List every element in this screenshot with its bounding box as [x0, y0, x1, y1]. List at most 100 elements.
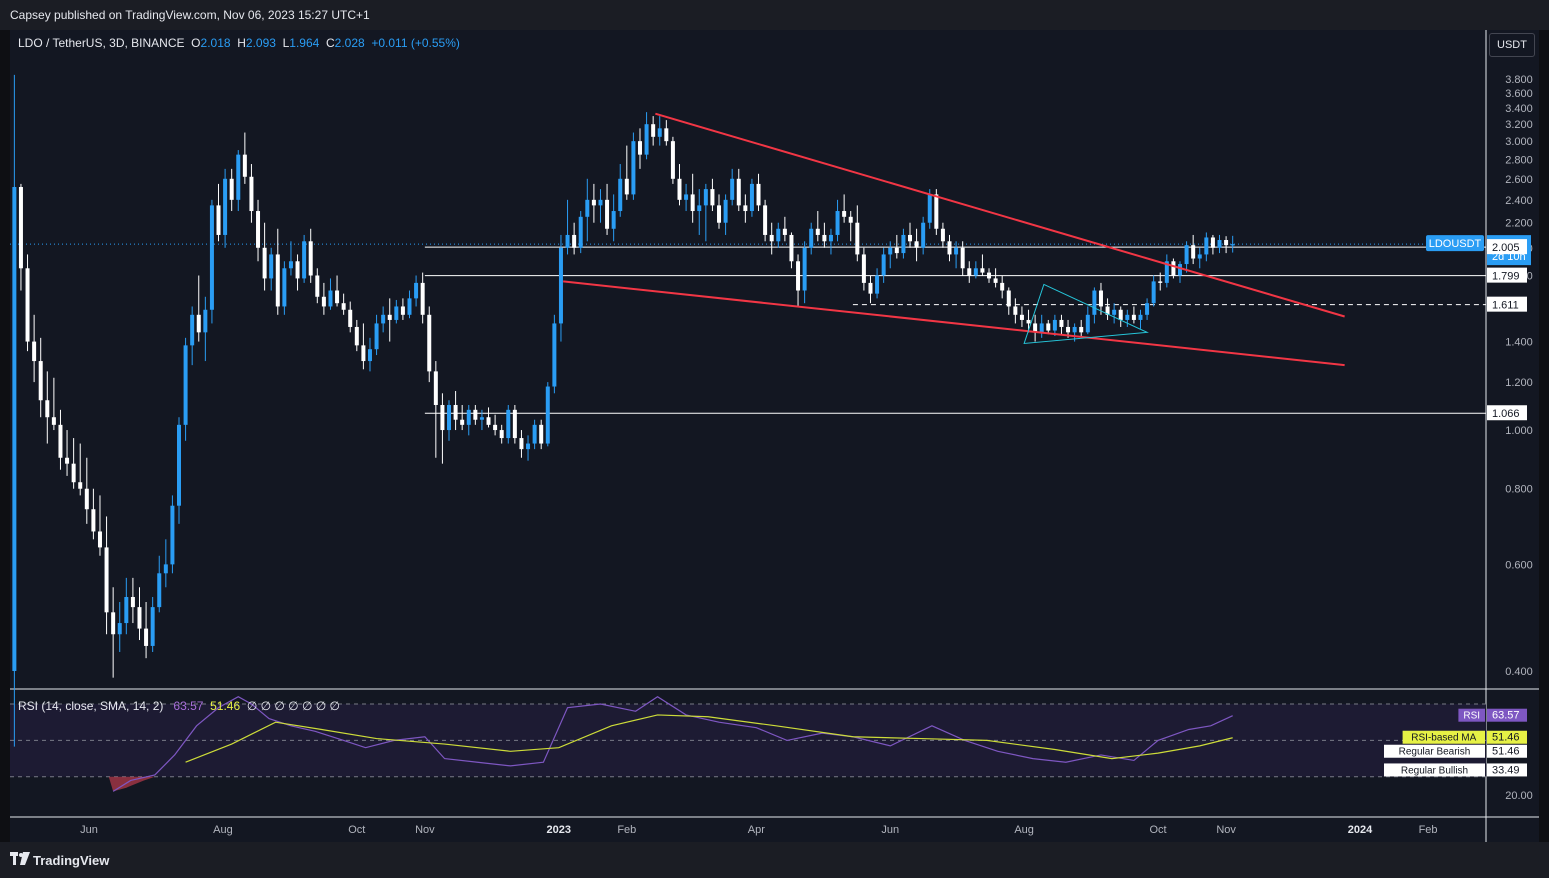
candle-body [1000, 282, 1005, 291]
price-tick-label: 3.200 [1505, 119, 1533, 131]
candle-body [486, 417, 491, 425]
candle-body [1046, 323, 1051, 331]
rsi-title[interactable]: RSI (14, close, SMA, 14, 2) [18, 699, 163, 713]
rsi-value-label: 33.49 [1492, 764, 1520, 776]
published-header: Capsey published on TradingView.com, Nov… [0, 0, 1549, 30]
candle-body [802, 247, 807, 291]
rsi-tag-label: RSI-based MA [1411, 733, 1476, 744]
candle-body [954, 247, 959, 255]
level-price-label: 1.066 [1492, 408, 1520, 420]
price-tick-label: 2.800 [1505, 154, 1533, 166]
candle-body [1151, 281, 1156, 304]
change-value: +0.011 (+0.55%) [371, 36, 460, 50]
candle-body [1019, 314, 1024, 320]
candle-body [460, 419, 465, 425]
candle-body [875, 275, 880, 294]
rsi-ma-value: 51.46 [210, 699, 241, 713]
candle-body [203, 309, 208, 333]
price-tick-label: 3.000 [1505, 136, 1533, 148]
candle-body [578, 216, 583, 248]
candle-body [1138, 314, 1143, 320]
candle-body [598, 199, 603, 206]
candle-body [1006, 290, 1011, 307]
candle-body [256, 211, 261, 248]
candle-body [710, 189, 715, 206]
candle-body [420, 282, 425, 315]
candle-body [552, 323, 557, 387]
candle-body [341, 303, 346, 310]
open-label: O [191, 36, 201, 50]
candle-body [670, 141, 675, 179]
candle-body [124, 596, 129, 624]
candle-body [447, 404, 452, 431]
candle-body [776, 228, 781, 242]
symbol-legend: LDO / TetherUS, 3D, BINANCE O2.018 H2.09… [18, 36, 460, 50]
candle-body [539, 424, 544, 444]
candle-body [315, 275, 320, 297]
candle-body [591, 199, 596, 206]
candle-body [651, 124, 656, 137]
candle-body [894, 247, 899, 254]
rsi-tick-label: 20.00 [1505, 790, 1533, 802]
price-chart[interactable]: 3.800 3.600 3.400 3.200 3.000 2.800 2.600 2.400… [10, 30, 1539, 842]
candle-body [242, 154, 247, 177]
candle-body [585, 199, 590, 217]
candle-body [374, 323, 379, 350]
candle-body [223, 178, 228, 235]
candle-body [1210, 237, 1215, 248]
candle-body [605, 199, 610, 229]
time-tick-label: Jun [80, 824, 98, 836]
candle-body [815, 228, 820, 235]
rsi-value-label: 63.57 [1492, 710, 1520, 722]
candle-body [1204, 237, 1209, 255]
currency-button[interactable]: USDT [1489, 33, 1535, 57]
candle-body [1184, 245, 1189, 265]
rsi-legend: RSI (14, close, SMA, 14, 2) 63.57 51.46 … [18, 699, 340, 713]
time-tick-label: Nov [1216, 824, 1236, 836]
candle-body [499, 430, 504, 439]
time-tick-label: Feb [1419, 824, 1438, 836]
time-tick-label: Oct [1149, 824, 1166, 836]
price-tick-label: 3.400 [1505, 103, 1533, 115]
footer: TradingView [0, 842, 1549, 878]
candle-body [1131, 314, 1136, 320]
candle-body [433, 371, 438, 405]
rsi-tag-label: Regular Bearish [1399, 747, 1471, 758]
candle-body [295, 261, 300, 279]
candle-body [749, 183, 754, 212]
level-price-label: 2.005 [1492, 242, 1520, 254]
candle-body [348, 309, 353, 327]
candle-body [861, 254, 866, 283]
candle-body [414, 282, 419, 299]
price-tick-label: 0.600 [1505, 559, 1533, 571]
candle-body [677, 178, 682, 200]
candle-body [526, 443, 531, 450]
tradingview-brand[interactable]: TradingView [33, 853, 109, 868]
candle-body [618, 178, 623, 212]
candle-body [1112, 309, 1117, 315]
rsi-value-label: 51.46 [1492, 746, 1520, 758]
candle-body [631, 141, 636, 195]
candle-body [1191, 245, 1196, 259]
candle-body [993, 278, 998, 283]
candle-body [78, 482, 83, 489]
candle-body [980, 268, 985, 273]
candle-body [1217, 240, 1222, 248]
candle-body [262, 247, 267, 279]
candle-body [835, 211, 840, 235]
candle-body [736, 178, 741, 206]
price-tick-label: 1.200 [1505, 377, 1533, 389]
candle-body [58, 424, 63, 458]
price-tick-label: 2.400 [1505, 195, 1533, 207]
candle-body [236, 154, 241, 200]
symbol-title[interactable]: LDO / TetherUS, 3D, BINANCE [18, 36, 185, 50]
rsi-placeholders: ∅ ∅ ∅ ∅ ∅ ∅ ∅ [246, 699, 340, 713]
high-label: H [237, 36, 246, 50]
price-tick-label: 0.800 [1505, 484, 1533, 496]
candle-body [907, 234, 912, 242]
time-tick-label: 2024 [1348, 824, 1373, 836]
candle-body [940, 228, 945, 242]
candle-body [855, 222, 860, 255]
candle-body [367, 349, 372, 362]
candle-body [967, 268, 972, 276]
